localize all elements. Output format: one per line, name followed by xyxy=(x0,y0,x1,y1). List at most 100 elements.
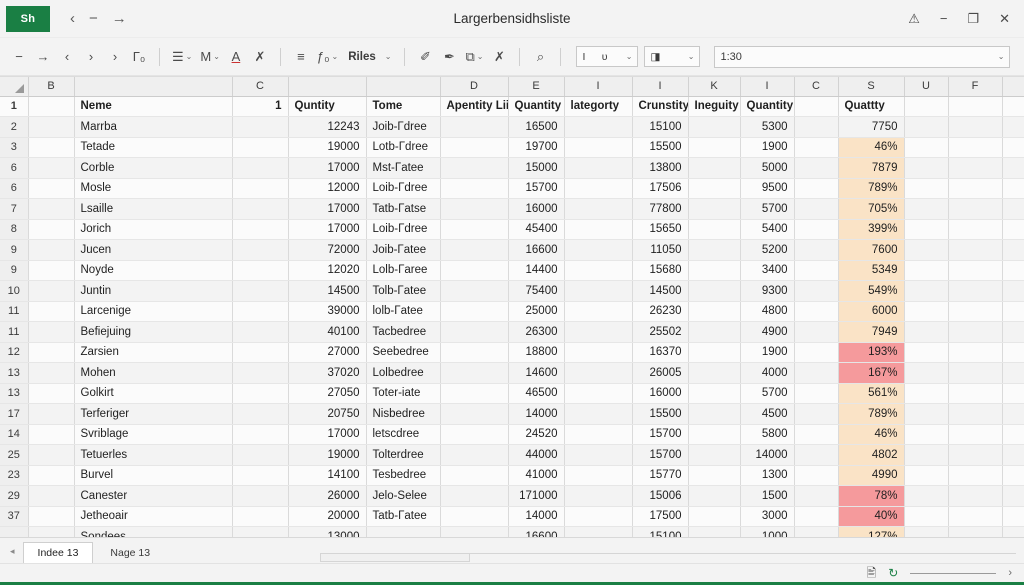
cell-apentity[interactable] xyxy=(440,465,508,486)
cell-index[interactable] xyxy=(232,404,288,425)
cell-quantity2[interactable]: 1900 xyxy=(740,342,794,363)
cell-crunstity[interactable]: 17500 xyxy=(632,506,688,527)
row-number[interactable]: 37 xyxy=(0,506,28,527)
merge-cells-icon[interactable]: М ⌄ xyxy=(197,45,223,69)
cell-quattty[interactable]: 399% xyxy=(838,219,904,240)
cell-empty[interactable] xyxy=(948,281,1002,302)
text-color-icon[interactable]: A xyxy=(225,45,247,69)
cell-quantity2[interactable]: 1300 xyxy=(740,465,794,486)
cell-name[interactable]: Tetuerles xyxy=(74,445,232,466)
column-header-blank3[interactable] xyxy=(366,77,440,96)
cell-quantity2[interactable]: 5300 xyxy=(740,117,794,138)
cell-quantity2[interactable]: 4000 xyxy=(740,363,794,384)
align-icon[interactable]: ☰ ⌄ xyxy=(169,45,195,69)
cell-apentity[interactable] xyxy=(440,178,508,199)
cell-crunstity[interactable]: 15500 xyxy=(632,137,688,158)
cell-quntity[interactable]: 72000 xyxy=(288,240,366,261)
column-header-d[interactable]: D xyxy=(440,77,508,96)
cell-blank[interactable] xyxy=(794,445,838,466)
column-header-e[interactable]: E xyxy=(508,77,564,96)
cell-name[interactable]: Marrba xyxy=(74,117,232,138)
cell-category[interactable] xyxy=(564,219,632,240)
undo-icon[interactable]: − xyxy=(8,45,30,69)
cell-header-crunstity[interactable]: Crunstity xyxy=(632,96,688,117)
cell-apentity[interactable] xyxy=(440,260,508,281)
cell-quattty[interactable]: 46% xyxy=(838,424,904,445)
cell-tome[interactable]: Toter-iate xyxy=(366,383,440,404)
cell-tome[interactable]: Jelo-Selee xyxy=(366,486,440,507)
cell-ineguity[interactable] xyxy=(688,465,740,486)
last-icon[interactable]: › xyxy=(104,45,126,69)
row-number[interactable]: 9 xyxy=(0,260,28,281)
cell-quantity2[interactable]: 1500 xyxy=(740,486,794,507)
column-header-blank2[interactable] xyxy=(288,77,366,96)
prev-icon[interactable]: ‹ xyxy=(56,45,78,69)
column-header-c[interactable]: C xyxy=(232,77,288,96)
cell-quattty[interactable]: 7949 xyxy=(838,322,904,343)
cell-name[interactable]: Burvel xyxy=(74,465,232,486)
cell-crunstity[interactable]: 15700 xyxy=(632,445,688,466)
column-header-blank1[interactable] xyxy=(74,77,232,96)
cell-quantity[interactable]: 171000 xyxy=(508,486,564,507)
cell-tome[interactable]: Loib-Γdree xyxy=(366,178,440,199)
row-number[interactable]: 3 xyxy=(0,137,28,158)
row-number[interactable]: 29 xyxy=(0,486,28,507)
cell-quattty[interactable]: 127% xyxy=(838,527,904,538)
cell-quantity[interactable]: 18800 xyxy=(508,342,564,363)
cell-ineguity[interactable] xyxy=(688,506,740,527)
cell-b[interactable] xyxy=(28,506,74,527)
cell-category[interactable] xyxy=(564,137,632,158)
sheet-nav-prev-icon[interactable]: ◂ xyxy=(6,546,23,563)
cell-header-s[interactable] xyxy=(904,96,948,117)
cell-quattty[interactable]: 4802 xyxy=(838,445,904,466)
cell-empty[interactable] xyxy=(904,137,948,158)
cell-b[interactable] xyxy=(28,527,74,538)
column-header-c2[interactable]: C xyxy=(794,77,838,96)
cell-empty[interactable] xyxy=(948,158,1002,179)
cell-empty[interactable] xyxy=(1002,383,1024,404)
cell-tome[interactable]: Mst-Γatee xyxy=(366,158,440,179)
cell-quntity[interactable]: 19000 xyxy=(288,445,366,466)
cell-header-apentity[interactable]: Apentity Liist xyxy=(440,96,508,117)
cell-apentity[interactable] xyxy=(440,199,508,220)
cell-category[interactable] xyxy=(564,445,632,466)
cell-tome[interactable]: Lotb-Γdree xyxy=(366,137,440,158)
cell-empty[interactable] xyxy=(948,383,1002,404)
cell-empty[interactable] xyxy=(1002,445,1024,466)
cell-ineguity[interactable] xyxy=(688,404,740,425)
cell-empty[interactable] xyxy=(904,506,948,527)
cell-ineguity[interactable] xyxy=(688,219,740,240)
cell-empty[interactable] xyxy=(904,424,948,445)
rules-menu[interactable]: Riles xyxy=(343,45,381,69)
cell-ineguity[interactable] xyxy=(688,281,740,302)
cell-blank[interactable] xyxy=(794,506,838,527)
cell-empty[interactable] xyxy=(1002,301,1024,322)
row-number[interactable]: 7 xyxy=(0,199,28,220)
cell-index[interactable] xyxy=(232,117,288,138)
cell-ineguity[interactable] xyxy=(688,322,740,343)
back-icon[interactable]: ‹ xyxy=(70,11,75,26)
cell-quattty[interactable]: 78% xyxy=(838,486,904,507)
cell-blank[interactable] xyxy=(794,404,838,425)
cell-empty[interactable] xyxy=(948,219,1002,240)
cell-empty[interactable] xyxy=(904,322,948,343)
cell-apentity[interactable] xyxy=(440,342,508,363)
next-icon[interactable]: › xyxy=(80,45,102,69)
cell-index[interactable] xyxy=(232,199,288,220)
cell-ineguity[interactable] xyxy=(688,137,740,158)
cell-quattty[interactable]: 549% xyxy=(838,281,904,302)
cell-quntity[interactable]: 14500 xyxy=(288,281,366,302)
cell-header-ineguity[interactable]: Ineguity xyxy=(688,96,740,117)
cell-empty[interactable] xyxy=(1002,404,1024,425)
cell-header-quattty[interactable]: Quattty xyxy=(838,96,904,117)
cell-quantity[interactable]: 16600 xyxy=(508,527,564,538)
select-all-corner[interactable] xyxy=(0,77,28,96)
cell-index[interactable] xyxy=(232,178,288,199)
cell-quattty[interactable]: 7750 xyxy=(838,117,904,138)
cell-apentity[interactable] xyxy=(440,240,508,261)
row-number[interactable]: 17 xyxy=(0,404,28,425)
cell-header-index[interactable]: 1 xyxy=(232,96,288,117)
cell-quntity[interactable]: 27000 xyxy=(288,342,366,363)
cell-apentity[interactable] xyxy=(440,527,508,538)
cell-empty[interactable] xyxy=(948,137,1002,158)
